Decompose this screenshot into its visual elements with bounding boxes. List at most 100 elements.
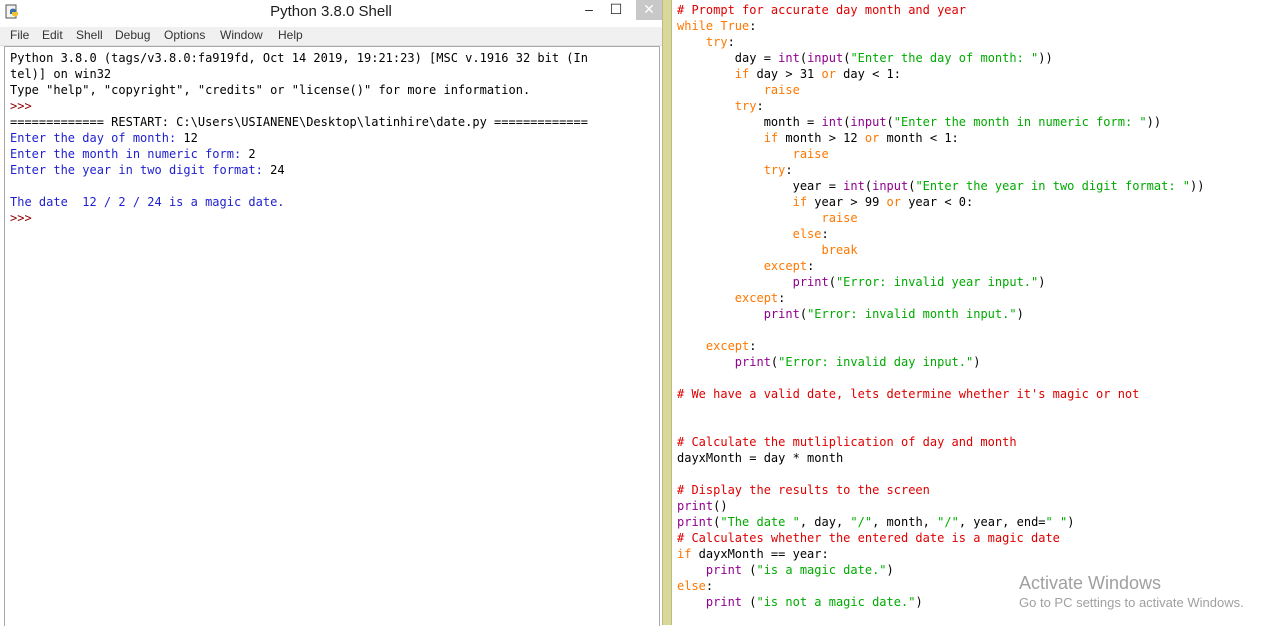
code-token: print	[763, 307, 800, 321]
window-splitter[interactable]	[662, 0, 672, 625]
code-token: )	[1067, 515, 1075, 529]
menu-debug[interactable]: Debug	[115, 28, 150, 42]
shell-prompt-text: Enter the month in numeric form:	[10, 147, 249, 161]
code-token: input	[850, 115, 887, 129]
code-token: :	[705, 579, 714, 593]
code-token: # Calculates whether the entered date is…	[677, 531, 1060, 545]
code-token: if	[677, 547, 692, 561]
code-token: "is a magic date."	[756, 563, 887, 577]
shell-line: Enter the year in two digit format: 24	[10, 162, 656, 178]
code-line: try:	[677, 34, 1204, 50]
code-token: "is not a magic date."	[756, 595, 916, 609]
menu-edit[interactable]: Edit	[42, 28, 63, 42]
code-token: day =	[677, 51, 779, 65]
code-line: break	[677, 242, 1204, 258]
menu-bar: File Edit Shell Debug Options Window Hel…	[0, 27, 662, 46]
code-token: )	[1038, 275, 1046, 289]
menu-help[interactable]: Help	[278, 28, 303, 42]
code-token: break	[821, 243, 858, 257]
code-token: except	[705, 339, 750, 353]
menu-shell[interactable]: Shell	[76, 28, 103, 42]
menu-window[interactable]: Window	[220, 28, 263, 42]
minimize-button[interactable]: –	[576, 0, 602, 20]
menu-file[interactable]: File	[10, 28, 29, 42]
code-token: or	[864, 131, 880, 145]
code-token: "/"	[937, 515, 959, 529]
close-button[interactable]: ✕	[636, 0, 662, 20]
shell-user-input: 2	[248, 147, 256, 161]
code-token: :	[807, 259, 815, 273]
code-token: if	[763, 131, 779, 145]
code-token: try	[705, 35, 728, 49]
maximize-button[interactable]: ☐	[603, 0, 629, 20]
code-token: :	[749, 339, 757, 353]
code-line: # We have a valid date, lets determine w…	[677, 386, 1204, 402]
code-line: if day > 31 or day < 1:	[677, 66, 1204, 82]
code-line: month = int(input("Enter the month in nu…	[677, 114, 1204, 130]
shell-line: >>>	[10, 211, 39, 225]
code-line: while True:	[677, 18, 1204, 34]
code-token: ()	[713, 499, 728, 513]
code-token: )	[1016, 307, 1024, 321]
code-token: " "	[1045, 515, 1068, 529]
code-line: except:	[677, 258, 1204, 274]
shell-line: Enter the day of month: 12	[10, 130, 656, 146]
title-bar[interactable]: Python 3.8.0 Shell – ☐ ✕	[0, 0, 662, 24]
shell-line: tel)] on win32	[10, 67, 112, 81]
code-token: "Error: invalid day input."	[778, 355, 974, 369]
code-line: raise	[677, 82, 1204, 98]
code-token: dayxMonth == year:	[691, 547, 829, 561]
code-token: )	[886, 563, 894, 577]
python-shell-window: Python 3.8.0 Shell – ☐ ✕ File Edit Shell…	[0, 0, 662, 626]
code-token: month =	[677, 115, 822, 129]
code-token: else	[792, 227, 822, 241]
code-token: (	[828, 275, 836, 289]
code-token: while	[677, 19, 714, 33]
code-token: input	[807, 51, 844, 65]
code-line: print("Error: invalid year input.")	[677, 274, 1204, 290]
watermark-subtitle: Go to PC settings to activate Windows.	[1019, 595, 1244, 610]
code-line: print("Error: invalid day input.")	[677, 354, 1204, 370]
code-token: True	[720, 19, 750, 33]
shell-user-input: 12	[183, 131, 198, 145]
code-token: (	[742, 563, 757, 577]
code-editor[interactable]: # Prompt for accurate day month and year…	[672, 0, 1263, 625]
shell-line: The date 12 / 2 / 24 is a magic date.	[10, 195, 285, 209]
code-token: print	[677, 499, 714, 513]
code-token: (	[799, 51, 808, 65]
code-token: int	[778, 51, 800, 65]
code-line: except:	[677, 290, 1204, 306]
shell-line: Enter the month in numeric form: 2	[10, 146, 656, 162]
code-line: year = int(input("Enter the year in two …	[677, 178, 1205, 194]
shell-output-area[interactable]: Python 3.8.0 (tags/v3.8.0:fa919fd, Oct 1…	[4, 46, 660, 626]
code-token: , month,	[872, 515, 938, 529]
code-line: print()	[677, 498, 1204, 514]
code-token: print	[734, 355, 771, 369]
code-token: ))	[1146, 115, 1162, 129]
code-line: # Calculates whether the entered date is…	[677, 530, 1204, 546]
code-line: try:	[677, 162, 1204, 178]
menu-options[interactable]: Options	[164, 28, 205, 42]
shell-line: >>>	[10, 99, 39, 113]
code-token: print	[677, 515, 714, 529]
code-line: if month > 12 or month < 1:	[677, 130, 1204, 146]
code-token: # Prompt for accurate day month and year	[677, 3, 966, 17]
code-token: day > 31	[749, 67, 822, 81]
code-token: ))	[1190, 179, 1205, 193]
code-line: if dayxMonth == year:	[677, 546, 1204, 562]
